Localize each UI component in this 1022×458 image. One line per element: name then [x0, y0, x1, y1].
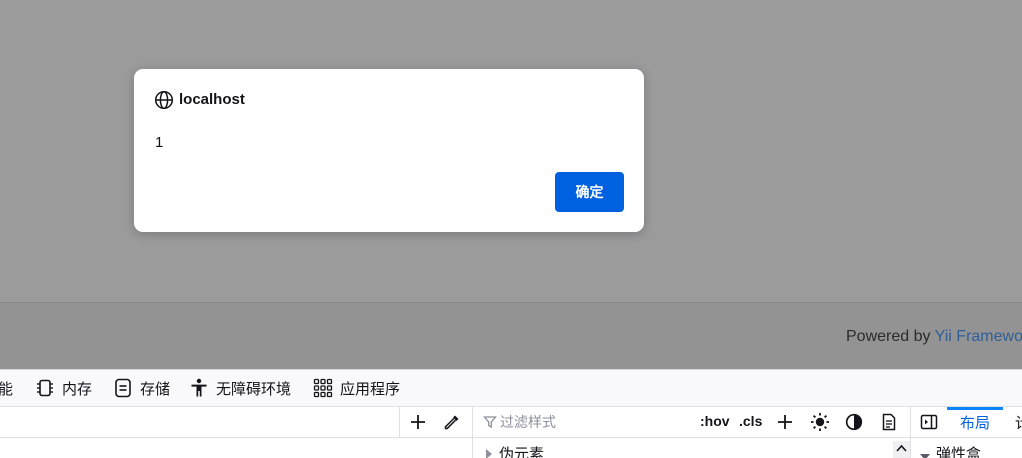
memory-icon — [37, 379, 53, 397]
dark-mode-icon[interactable] — [844, 412, 864, 432]
pseudo-elements-row[interactable]: 伪元素 — [499, 443, 544, 458]
print-media-icon[interactable] — [879, 412, 899, 432]
footer-credit: Powered by Yii Framework — [846, 328, 1022, 346]
tab-label: 应用程序 — [340, 380, 401, 398]
scrollbar[interactable] — [893, 441, 910, 458]
tab-memory[interactable]: 内存 — [35, 370, 92, 406]
toggle-sidebar-icon[interactable] — [919, 412, 939, 432]
tab-computed[interactable]: 计 — [1015, 407, 1022, 437]
flexbox-section-header[interactable]: 弹性盒 — [936, 443, 981, 458]
footer-prefix: Powered by — [846, 328, 935, 345]
hover-states-toggle[interactable]: :hov — [700, 413, 730, 429]
tab-layout[interactable]: 布局 — [960, 407, 990, 437]
filter-icon — [483, 414, 497, 430]
tab-performance[interactable]: 能 — [0, 370, 13, 406]
footer-framework-link[interactable]: Yii Framework — [935, 328, 1022, 345]
toolbar-divider — [399, 407, 400, 437]
light-mode-icon[interactable] — [809, 411, 831, 433]
ok-button[interactable]: 确定 — [555, 172, 624, 212]
devtools-tabbar: 能 内存 存储 无障碍环境 应用程序 — [0, 370, 1022, 407]
devtools-toolbar: :hov .cls — [0, 407, 1022, 438]
toolbar-divider — [472, 407, 473, 437]
toolbar-divider — [910, 407, 911, 437]
tab-storage[interactable]: 存储 — [113, 370, 170, 406]
tab-application[interactable]: 应用程序 — [313, 370, 400, 406]
storage-icon — [115, 378, 131, 398]
pane-divider — [910, 437, 911, 458]
tab-accessibility[interactable]: 无障碍环境 — [189, 370, 291, 406]
add-rule-icon[interactable] — [775, 412, 795, 432]
class-toggle[interactable]: .cls — [739, 413, 762, 429]
tab-label: 能 — [0, 380, 14, 398]
add-node-icon[interactable] — [408, 412, 428, 432]
dialog-origin: localhost — [179, 91, 245, 108]
tab-label: 存储 — [140, 380, 171, 398]
eyedropper-icon[interactable] — [442, 412, 462, 432]
filter-styles-input[interactable] — [500, 413, 680, 431]
devtools-panel: 能 内存 存储 无障碍环境 应用程序 过滤样式:hov .cls 布局 伪元素… — [0, 369, 1022, 458]
application-icon — [313, 378, 333, 398]
tab-label: 内存 — [62, 380, 93, 398]
tab-label: 无障碍环境 — [216, 380, 292, 398]
collapse-arrow-icon[interactable] — [920, 448, 930, 458]
expand-arrow-icon[interactable] — [485, 446, 493, 458]
alert-dialog: localhost 1 确定 — [134, 69, 644, 232]
dialog-message: 1 — [155, 134, 164, 151]
browser-window: Powered by Yii Framework localhost 1 确定 … — [0, 0, 1022, 458]
pane-divider — [472, 437, 473, 458]
globe-icon — [154, 90, 174, 110]
accessibility-icon — [191, 378, 207, 397]
